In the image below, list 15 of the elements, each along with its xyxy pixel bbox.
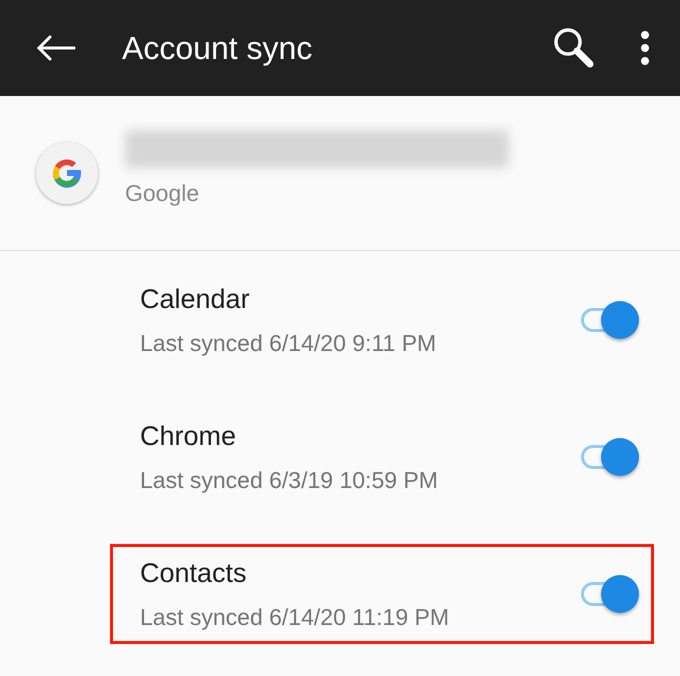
- account-type: Google: [125, 178, 200, 208]
- back-arrow-icon[interactable]: [36, 35, 76, 61]
- search-icon[interactable]: [552, 26, 596, 70]
- sync-toggle[interactable]: [579, 436, 641, 478]
- sync-status: Last synced 6/14/20 11:19 PM: [140, 602, 450, 632]
- sync-item-name: Contacts: [140, 557, 248, 590]
- sync-item-name: Calendar: [140, 283, 251, 316]
- sync-item-name: Chrome: [140, 420, 238, 453]
- google-logo-icon: [36, 142, 98, 204]
- more-options-icon[interactable]: [640, 31, 650, 65]
- screen-title: Account sync: [122, 29, 312, 68]
- sync-toggle[interactable]: [579, 572, 641, 614]
- sync-toggle[interactable]: [579, 298, 641, 340]
- sync-status: Last synced 6/14/20 9:11 PM: [140, 328, 438, 358]
- sync-status: Last synced 6/3/19 10:59 PM: [140, 466, 439, 495]
